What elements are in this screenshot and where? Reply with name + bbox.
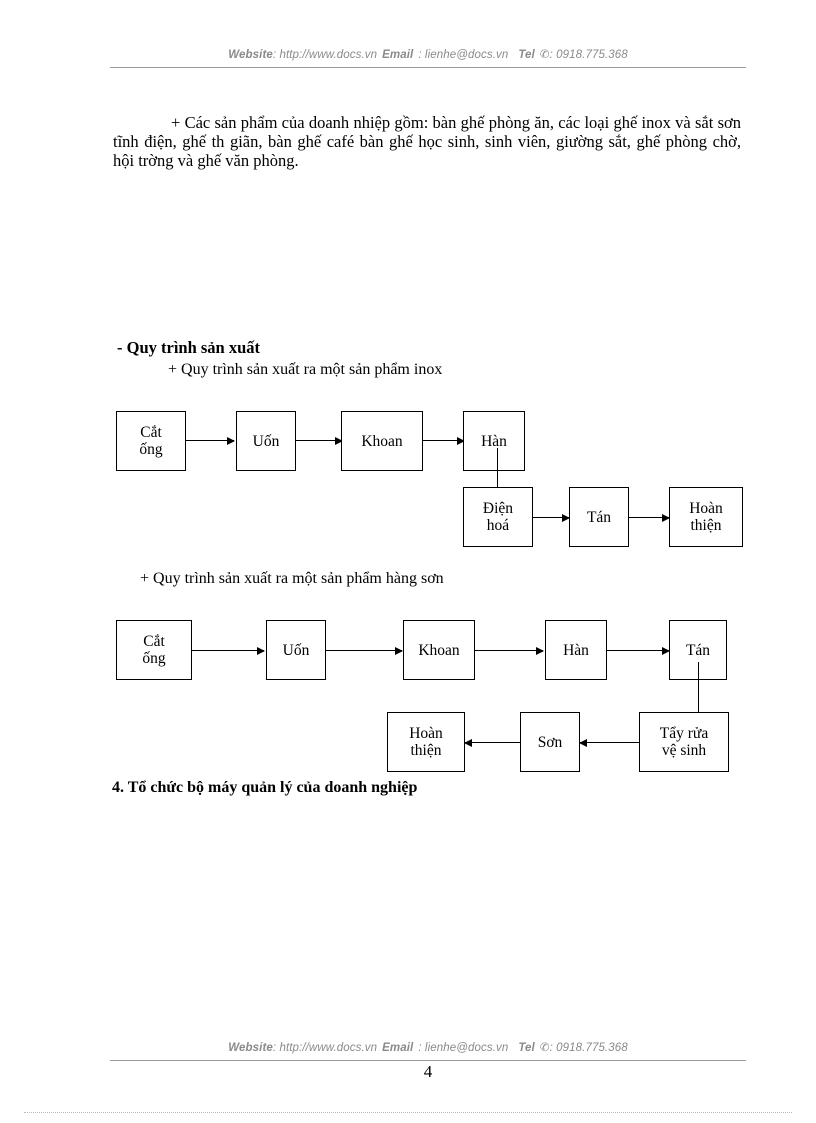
heading-production-process: - Quy trình sản xuất bbox=[117, 338, 261, 357]
node2-son: Sơn bbox=[520, 712, 580, 772]
telephone-icon: ✆ bbox=[539, 1042, 550, 1054]
node2-hoan-thien: Hoàn thiện bbox=[387, 712, 465, 772]
footer-website-label: Website bbox=[228, 1042, 273, 1054]
node2-cat-ong-line2: ống bbox=[142, 650, 166, 667]
arrow-cat-ong-to-uon bbox=[186, 436, 235, 445]
node-khoan: Khoan bbox=[341, 411, 423, 471]
arrow2-han-to-tan bbox=[607, 646, 670, 655]
arrow-uon-to-khoan bbox=[296, 436, 343, 445]
node-hoan-thien-line2: thiện bbox=[690, 517, 722, 534]
caption-inox-process: + Quy trình sản xuất ra một sản phẩm ino… bbox=[168, 361, 443, 378]
node2-khoan: Khoan bbox=[403, 620, 475, 680]
node-cat-ong: Cắt ống bbox=[116, 411, 186, 471]
node-uon-line1: Uốn bbox=[252, 432, 280, 450]
node-dien-hoa-line1: Điện bbox=[482, 500, 514, 517]
arrow2-khoan-to-han bbox=[475, 646, 544, 655]
node2-hoan-thien-line2: thiện bbox=[410, 742, 442, 759]
arrow2-uon-to-khoan bbox=[326, 646, 403, 655]
header-email-label: Email bbox=[382, 49, 414, 61]
footer-email-label: Email bbox=[382, 1042, 414, 1054]
node-han-line1: Hàn bbox=[481, 432, 507, 450]
page-footer-runner: Website: http://www.docs.vn Email : lienhe… bbox=[110, 1040, 746, 1054]
footer-rule bbox=[110, 1060, 746, 1061]
page-header-runner: Website: http://www.docs.vn Email : lienhe… bbox=[110, 47, 746, 61]
node2-tay-rua-line2: vệ sinh bbox=[661, 742, 707, 759]
header-website-value: : http://www.docs.vn bbox=[272, 49, 378, 61]
products-paragraph: + Các sản phẩm của doanh nhiệp gồm: bàn … bbox=[113, 113, 741, 170]
node2-uon-line1: Uốn bbox=[282, 641, 310, 659]
node2-tay-rua-line1: Tẩy rửa bbox=[659, 725, 709, 742]
arrow2-tay-rua-to-son bbox=[579, 738, 639, 747]
header-email-value: : lienhe@docs.vn bbox=[418, 49, 509, 61]
footer-tel-value: : 0918.775.368 bbox=[549, 1042, 628, 1054]
node-cat-ong-line2: ống bbox=[139, 441, 163, 458]
page-number: 4 bbox=[423, 1062, 433, 1081]
document-page: Website: http://www.docs.vn Email: lienhe… bbox=[0, 0, 816, 1123]
node2-han: Hàn bbox=[545, 620, 607, 680]
node-dien-hoa-line2: hoá bbox=[486, 517, 510, 534]
heading-section-4: 4. Tổ chức bộ máy quản lý của doanh nghi… bbox=[112, 779, 418, 796]
node2-uon: Uốn bbox=[266, 620, 326, 680]
node-hoan-thien-line1: Hoàn bbox=[689, 500, 723, 517]
caption-hangson-process: + Quy trình sản xuất ra một sản phẩm hàn… bbox=[140, 570, 444, 587]
arrow-tan-to-hoan-thien bbox=[629, 513, 670, 522]
header-tel-value: : 0918.775.368 bbox=[549, 49, 628, 61]
node-cat-ong-line1: Cắt bbox=[140, 424, 162, 441]
node-dien-hoa: Điện hoá bbox=[463, 487, 533, 547]
node-khoan-line1: Khoan bbox=[361, 432, 403, 450]
footer-tel-label: Tel bbox=[518, 1042, 535, 1054]
node2-khoan-line1: Khoan bbox=[418, 641, 460, 659]
telephone-icon: ✆ bbox=[539, 49, 550, 61]
node2-tan-line1: Tán bbox=[685, 641, 711, 659]
header-website-label: Website bbox=[228, 49, 273, 61]
arrow-dien-hoa-to-tan bbox=[533, 513, 570, 522]
node-han: Hàn bbox=[463, 411, 525, 471]
arrow-khoan-to-han bbox=[423, 436, 465, 445]
footer-website-value: : http://www.docs.vn bbox=[272, 1042, 378, 1054]
arrow2-cat-ong-to-uon bbox=[192, 646, 265, 655]
node-uon: Uốn bbox=[236, 411, 296, 471]
arrow2-son-to-hoan-thien bbox=[464, 738, 520, 747]
bottom-dotted-divider bbox=[24, 1112, 792, 1113]
header-tel-label: Tel bbox=[518, 49, 535, 61]
node-hoan-thien: Hoàn thiện bbox=[669, 487, 743, 547]
node-tan-line1: Tán bbox=[586, 508, 612, 526]
node-tan: Tán bbox=[569, 487, 629, 547]
node2-tay-rua-ve-sinh: Tẩy rửa vệ sinh bbox=[639, 712, 729, 772]
node2-son-line1: Sơn bbox=[537, 733, 563, 751]
header-rule bbox=[110, 67, 746, 68]
footer-email-value: : lienhe@docs.vn bbox=[418, 1042, 509, 1054]
node2-cat-ong-line1: Cắt bbox=[143, 633, 165, 650]
node2-hoan-thien-line1: Hoàn bbox=[409, 725, 443, 742]
node2-cat-ong: Cắt ống bbox=[116, 620, 192, 680]
node2-han-line1: Hàn bbox=[563, 641, 589, 659]
